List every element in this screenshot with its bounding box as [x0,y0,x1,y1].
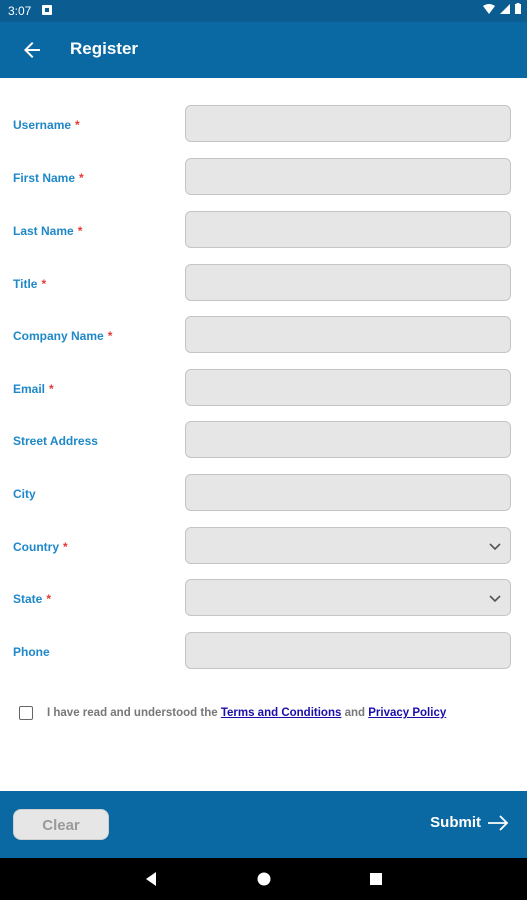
field-label: Phone [13,645,50,659]
home-nav-icon[interactable] [256,871,272,887]
first-name-field[interactable] [185,158,511,195]
company-name-input[interactable] [186,317,510,352]
field-row-title: Title * [0,264,527,304]
notification-icon [42,5,52,15]
submit-button[interactable]: Submit [430,814,509,831]
city-field[interactable] [185,474,511,511]
required-marker: * [79,171,84,185]
field-row-email: Email * [0,369,527,409]
battery-icon [515,3,521,14]
field-label: Title * [13,277,47,291]
username-input[interactable] [186,106,510,141]
required-marker: * [75,118,80,132]
recents-nav-icon[interactable] [368,871,384,887]
city-input[interactable] [186,475,510,510]
back-nav-icon[interactable] [143,871,159,887]
field-label: Email * [13,382,54,396]
country-select[interactable] [185,527,511,564]
street-address-field[interactable] [185,421,511,458]
company-name-field[interactable] [185,316,511,353]
status-bar: 3:07 [0,0,527,22]
first-name-input[interactable] [186,159,510,194]
bottom-action-bar: Clear Submit [0,791,527,858]
submit-label: Submit [430,814,481,831]
required-marker: * [41,277,47,291]
arrow-left-icon[interactable] [20,38,44,62]
username-field[interactable] [185,105,511,142]
state-select[interactable] [185,579,511,616]
privacy-link[interactable]: Privacy Policy [368,707,446,719]
last-name-field[interactable] [185,211,511,248]
required-marker: * [63,540,68,554]
field-row-first-name: First Name * [0,158,527,198]
field-label: First Name * [13,171,84,185]
field-row-city: City [0,474,527,514]
field-label: Last Name * [13,224,83,238]
wifi-icon [483,3,495,14]
field-label: Street Address [13,434,98,448]
field-label: State * [13,592,52,606]
page-title: Register [70,39,139,58]
field-row-last-name: Last Name * [0,211,527,251]
field-label: City [13,487,36,501]
field-row-company-name: Company Name * [0,316,527,356]
field-row-state: State * [0,579,527,619]
status-icons [483,3,521,14]
required-marker: * [49,382,54,396]
email-input[interactable] [186,370,510,405]
street-address-input[interactable] [186,422,510,457]
system-nav-bar [0,858,527,900]
status-time: 3:07 [8,4,32,18]
field-row-street-address: Street Address [0,421,527,461]
required-marker: * [77,224,83,238]
terms-text: I have read and understood the Terms and… [47,707,447,719]
field-label: Company Name * [13,329,113,343]
chevron-down-icon [489,543,501,551]
required-marker: * [107,329,113,343]
phone-field[interactable] [185,632,511,669]
field-row-country: Country * [0,527,527,567]
app-bar: Register [0,22,527,78]
terms-agreement: I have read and understood the Terms and… [19,706,519,726]
signal-icon [500,3,510,14]
phone-input[interactable] [186,633,510,668]
last-name-input[interactable] [186,212,510,247]
required-marker: * [46,592,52,606]
title-field[interactable] [185,264,511,301]
arrow-right-icon [488,814,509,831]
field-row-phone: Phone [0,632,527,672]
terms-link[interactable]: Terms and Conditions [221,707,342,719]
field-row-username: Username * [0,105,527,145]
clear-button[interactable]: Clear [13,809,109,840]
field-label: Username * [13,118,80,132]
email-field[interactable] [185,369,511,406]
terms-checkbox[interactable] [19,706,33,720]
chevron-down-icon [489,595,501,603]
title-input[interactable] [186,265,510,300]
field-label: Country * [13,540,68,554]
